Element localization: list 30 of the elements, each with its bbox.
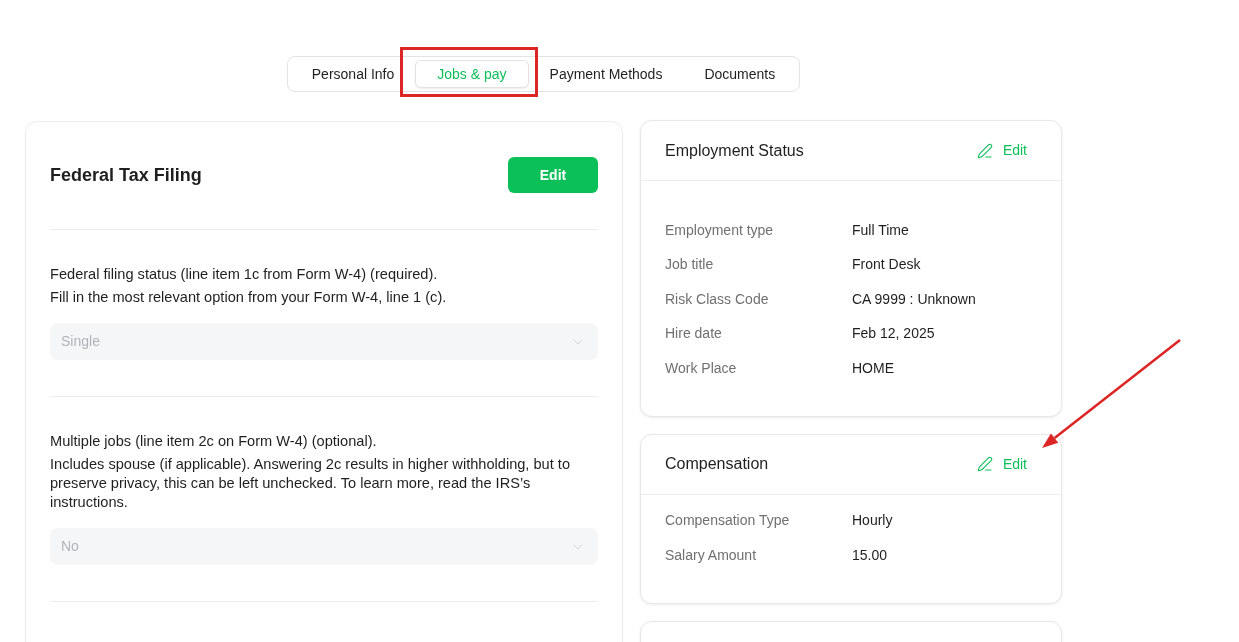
field-value: 15.00 — [852, 545, 888, 565]
edit-link[interactable]: Edit — [976, 453, 1027, 475]
field-label: Salary Amount — [665, 545, 758, 565]
tab[interactable]: Documents — [683, 60, 797, 88]
field-description: Fill in the most relevant option from your Form W-4, line 1 (c). — [50, 288, 448, 307]
field-label: Hire date — [665, 324, 723, 344]
edit-link[interactable]: Edit — [976, 140, 1027, 161]
field-value: Hourly — [852, 511, 893, 531]
tab[interactable]: Personal Info — [290, 60, 416, 88]
card-title: Federal Tax Filing — [50, 163, 202, 187]
pencil-icon — [976, 142, 993, 159]
card-title: Employment Status — [665, 140, 804, 161]
field-label: Work Place — [665, 358, 738, 378]
field-value: HOME — [852, 358, 894, 378]
field-value: Front Desk — [852, 255, 921, 275]
field-description: Includes spouse (if applicable). Answering 2c results in higher withholding, but to preserve privacy, this can be left unchecked. To learn more, read the IRS’s instructions. — [50, 455, 571, 512]
card-title: Compensation — [665, 454, 769, 474]
field-value: CA 9999 : Unknown — [852, 289, 976, 309]
field-label: Employment type — [665, 220, 775, 240]
field-value: Full Time — [852, 220, 909, 240]
edit-button[interactable]: Edit — [508, 157, 598, 193]
field-label: Job title — [665, 255, 715, 275]
field-label: Risk Class Code — [665, 289, 770, 309]
tab[interactable]: Jobs & pay — [415, 60, 529, 88]
pencil-icon — [976, 456, 993, 472]
field-label: Multiple jobs (line item 2c on Form W-4) (optional). — [50, 432, 378, 451]
field-label: Federal filing status (line item 1c from Form W-4) (required). — [50, 265, 439, 284]
field-value: Feb 12, 2025 — [852, 324, 935, 344]
tab[interactable]: Payment Methods — [528, 60, 684, 88]
field-label: Compensation Type — [665, 511, 791, 531]
